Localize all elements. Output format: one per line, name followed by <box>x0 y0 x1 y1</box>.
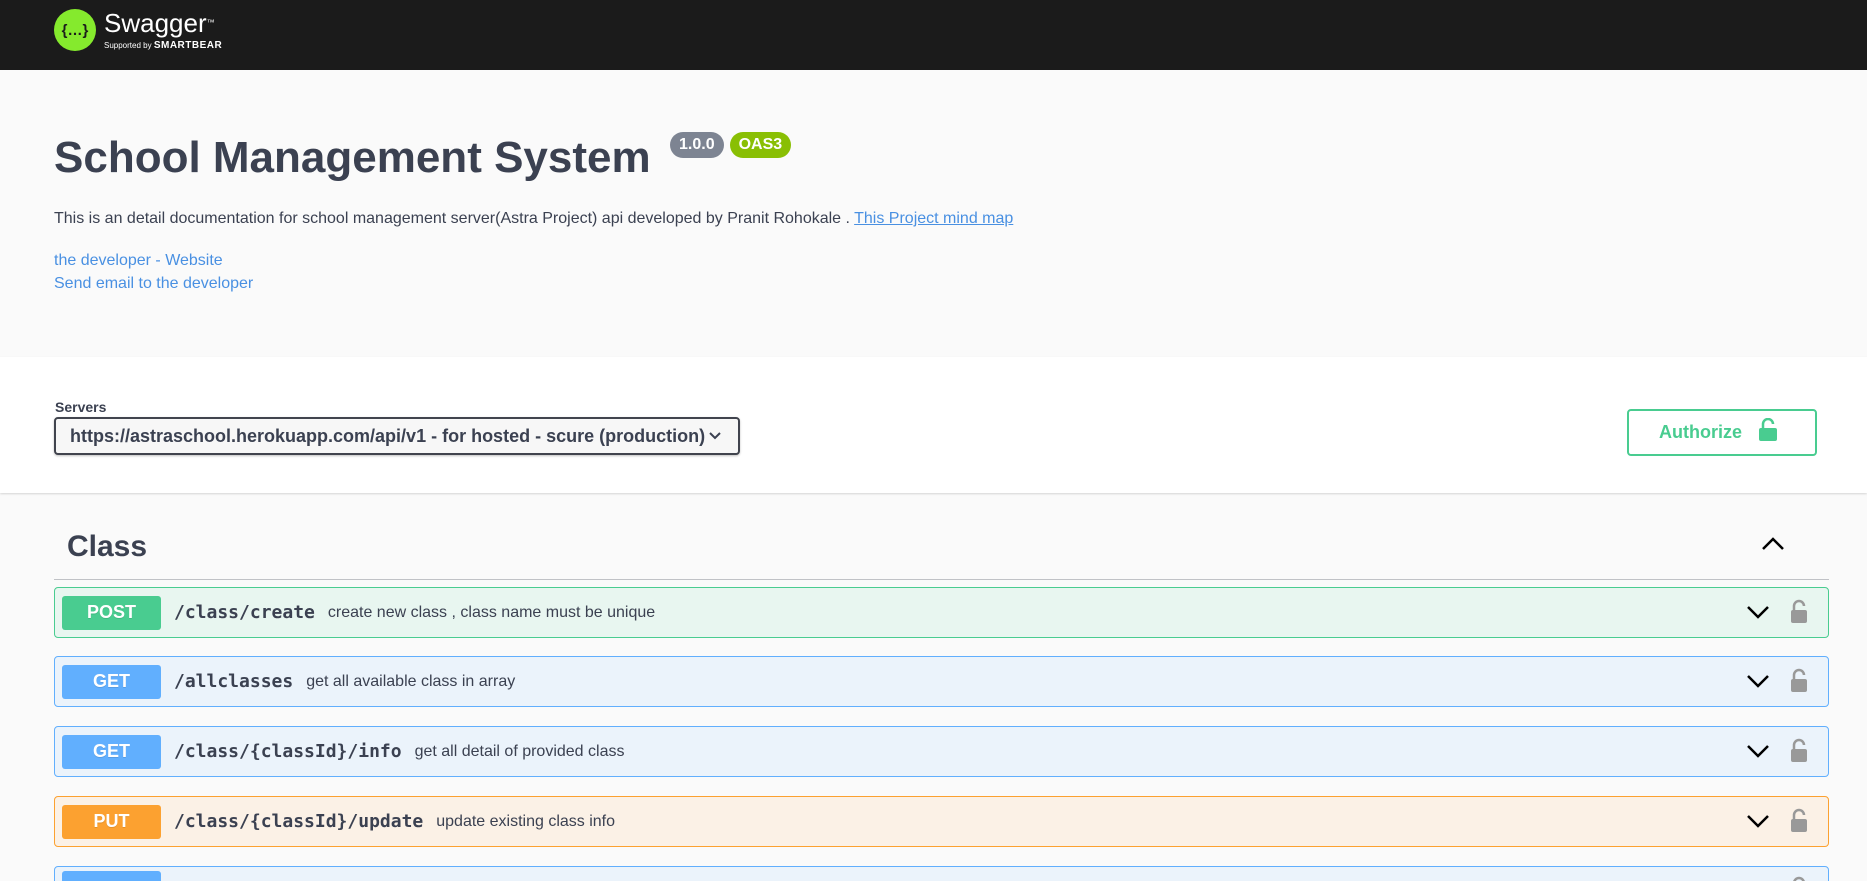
operation-path: /class/{classId}/update <box>174 811 424 832</box>
authorize-button[interactable]: Authorize <box>1627 409 1817 456</box>
tag-section-class: Class POST /class/create create new clas… <box>54 520 1829 881</box>
page-title: School Management System <box>54 128 651 188</box>
logo-brand: SMARTBEAR <box>153 39 223 51</box>
method-badge: POST <box>62 595 161 630</box>
chevron-down-icon[interactable] <box>1746 743 1770 764</box>
contact-info: the developer - Website Send email to th… <box>54 249 253 295</box>
logo-trademark: ™ <box>206 17 215 27</box>
logo-symbol: {…} <box>61 21 89 39</box>
operation-row[interactable]: GET /allclasses get all available class … <box>54 656 1829 707</box>
contact-developer: the developer <box>54 252 151 269</box>
operation-row-partial[interactable] <box>54 866 1829 881</box>
version-badge: 1.0.0 <box>670 132 724 158</box>
website-link[interactable]: Website <box>165 252 223 269</box>
description-text: This is an detail documentation for scho… <box>54 210 850 227</box>
method-badge: GET <box>62 664 161 699</box>
chevron-down-icon <box>708 419 722 453</box>
operation-summary: create new class , class name must be un… <box>327 603 656 621</box>
operation-path: /class/{classId}/info <box>174 741 402 762</box>
chevron-down-icon[interactable] <box>1746 813 1770 834</box>
logo-supported: Supported by <box>104 40 152 50</box>
operation-summary: update existing class info <box>436 812 616 830</box>
operation-summary: get all available class in array <box>306 672 516 690</box>
logo-text: Swagger™ Supported by SMARTBEAR <box>104 10 222 51</box>
info-section: School Management System 1.0.0 OAS3 This… <box>0 70 1867 357</box>
api-title: School Management System <box>54 133 651 182</box>
chevron-up-icon[interactable] <box>1761 536 1785 557</box>
version-badges: 1.0.0 OAS3 <box>670 132 792 158</box>
operation-row[interactable]: GET /class/{classId}/info get all detail… <box>54 726 1829 777</box>
lock-icon[interactable] <box>1790 599 1808 630</box>
email-link[interactable]: Send email to the developer <box>54 272 253 295</box>
swagger-logo[interactable]: {…} Swagger™ Supported by SMARTBEAR <box>54 9 222 51</box>
logo-title: Swagger <box>104 7 207 38</box>
operation-path: /class/create <box>174 602 315 623</box>
tag-name: Class <box>67 530 148 563</box>
server-select[interactable]: https://astraschool.herokuapp.com/api/v1… <box>54 417 740 455</box>
lock-icon[interactable] <box>1790 876 1808 881</box>
oas-badge: OAS3 <box>729 132 792 158</box>
operation-path: /allclasses <box>174 671 294 692</box>
authorize-label: Authorize <box>1659 422 1742 442</box>
server-select-value: https://astraschool.herokuapp.com/api/v1… <box>70 426 706 446</box>
api-description: This is an detail documentation for scho… <box>54 210 1013 228</box>
servers-label: Servers <box>55 399 107 415</box>
chevron-down-icon[interactable] <box>1746 604 1770 625</box>
lock-icon[interactable] <box>1790 738 1808 769</box>
method-badge: PUT <box>62 804 161 839</box>
operation-row[interactable]: POST /class/create create new class , cl… <box>54 587 1829 638</box>
unlock-icon <box>1758 417 1778 447</box>
topbar: {…} Swagger™ Supported by SMARTBEAR <box>0 0 1867 70</box>
operation-row[interactable]: PUT /class/{classId}/update update exist… <box>54 796 1829 847</box>
lock-icon[interactable] <box>1790 808 1808 839</box>
method-badge <box>62 871 161 881</box>
contact-separator: - <box>150 252 166 269</box>
method-badge: GET <box>62 734 161 769</box>
lock-icon[interactable] <box>1790 668 1808 699</box>
swagger-logo-icon: {…} <box>54 9 96 51</box>
operation-summary: get all detail of provided class <box>414 742 625 760</box>
scheme-container: Servers https://astraschool.herokuapp.co… <box>0 357 1867 493</box>
mindmap-link[interactable]: This Project mind map <box>854 210 1013 227</box>
chevron-down-icon[interactable] <box>1746 673 1770 694</box>
tag-header[interactable]: Class <box>54 520 1829 580</box>
